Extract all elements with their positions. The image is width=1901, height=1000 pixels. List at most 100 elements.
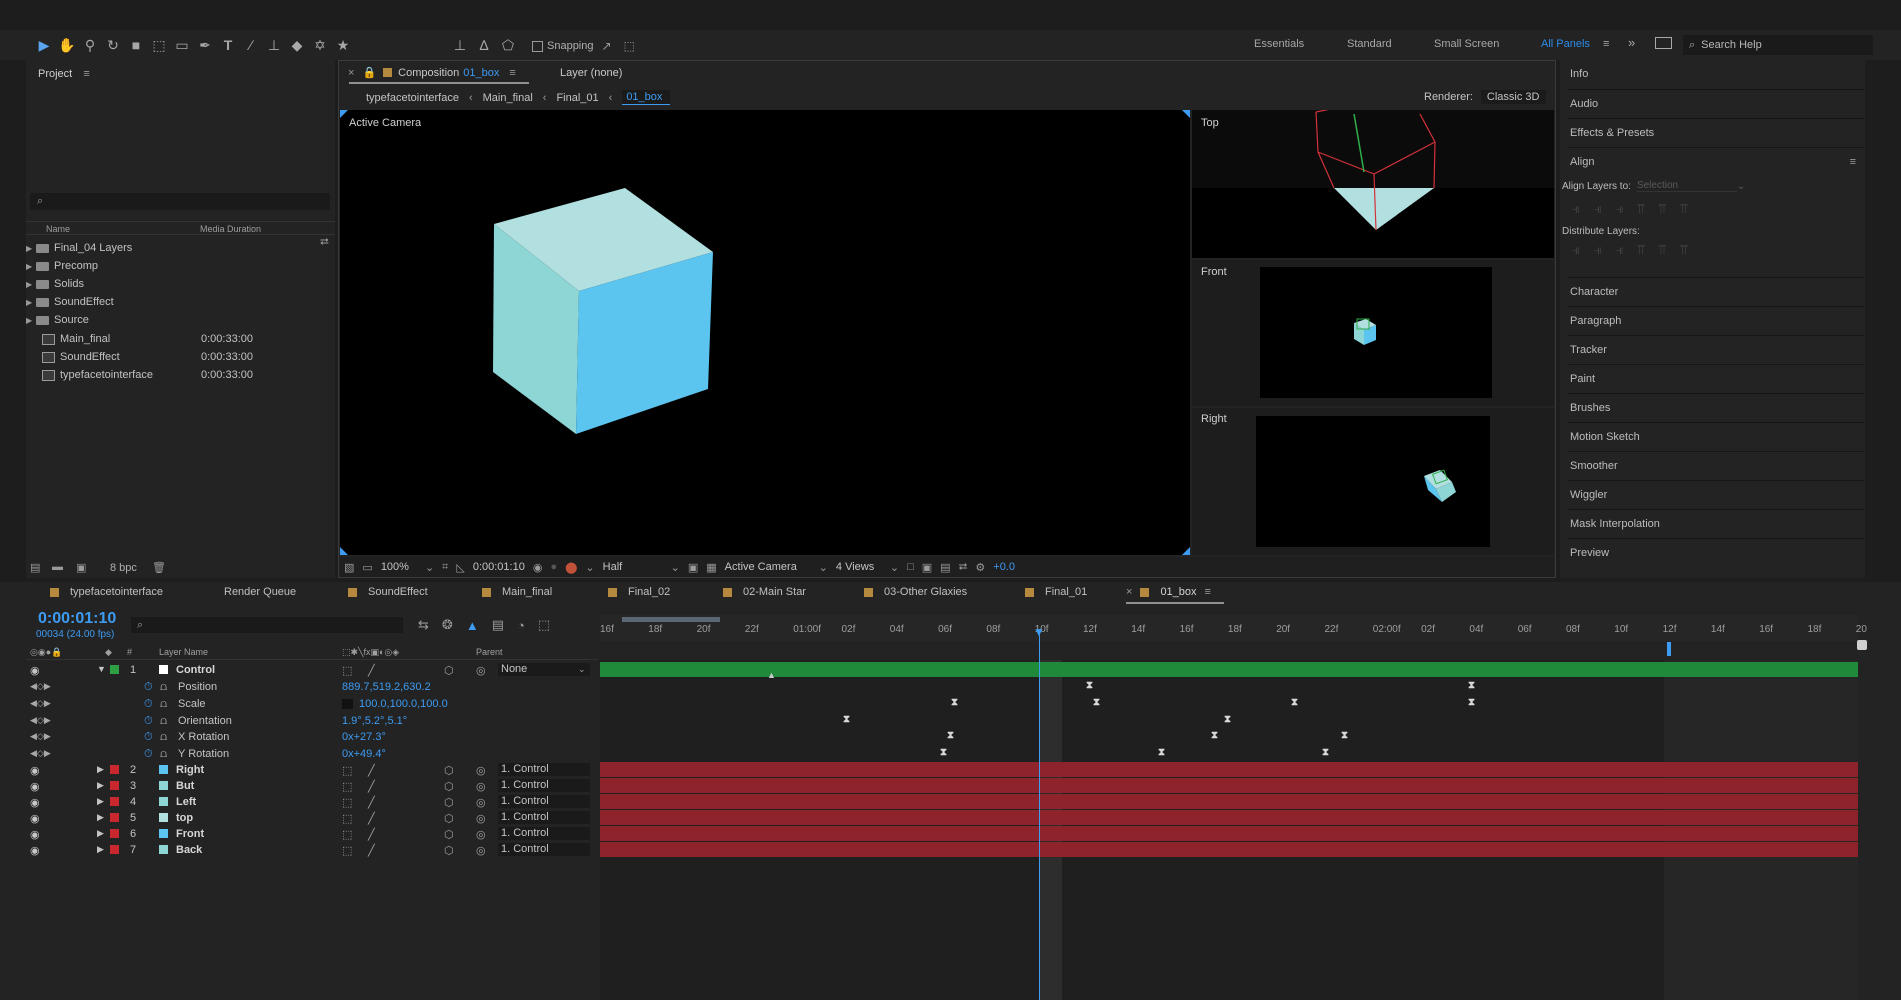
col-layer-name[interactable]: Layer Name xyxy=(159,647,208,657)
quality-switch-icon[interactable]: ╱ xyxy=(368,796,375,809)
pick-whip-icon[interactable]: ◎ xyxy=(476,664,486,677)
selection-tool-icon[interactable]: ▶ xyxy=(34,35,54,55)
close-icon[interactable]: × xyxy=(1126,586,1132,598)
panel-character[interactable]: Character xyxy=(1568,277,1864,306)
panel-paragraph[interactable]: Paragraph xyxy=(1568,306,1864,335)
panel-brushes[interactable]: Brushes xyxy=(1568,393,1864,422)
keyframe-icon[interactable]: ⧗ xyxy=(951,697,958,708)
shy-switch-icon[interactable]: ⬚ xyxy=(342,780,352,793)
panel-motion-sketch[interactable]: Motion Sketch xyxy=(1568,422,1864,451)
exposure-value[interactable]: +0.0 xyxy=(993,561,1015,573)
label-color-swatch[interactable] xyxy=(110,813,119,822)
graph-icon[interactable]: ⩍ xyxy=(160,681,167,694)
graph-icon[interactable]: ⩍ xyxy=(160,715,167,728)
eye-icon[interactable]: ◉ xyxy=(30,664,40,677)
layer-row-top[interactable]: ◉ ▶ 5 top ⬚ ╱ ⬡ ◎ 1. Control xyxy=(26,810,598,826)
layer-bar-right[interactable] xyxy=(600,762,1858,777)
snapping-options-icon[interactable]: ↗ xyxy=(602,39,612,53)
keyframe-navigator-icon[interactable]: ◀◇▶ xyxy=(30,715,51,726)
timeline-tab-typefacetointerface[interactable]: typefacetointerface xyxy=(50,586,163,598)
transparency-grid-icon[interactable]: ▦ xyxy=(706,561,716,574)
eraser-tool-icon[interactable]: ◆ xyxy=(287,35,307,55)
breadcrumb-item[interactable]: Final_01 xyxy=(556,92,598,104)
layer-name[interactable]: But xyxy=(176,780,194,792)
collapsed-arrow-icon[interactable]: ▶ xyxy=(97,812,104,823)
keyframe-icon[interactable]: ⧗ xyxy=(1211,730,1218,741)
fast-previews-icon[interactable]: ▣ xyxy=(922,561,932,574)
interpret-footage-icon[interactable]: ▤ xyxy=(30,561,40,574)
panel-info[interactable]: Info xyxy=(1568,60,1864,89)
work-area-bar[interactable] xyxy=(622,617,720,622)
keyframe-navigator-icon[interactable]: ◀◇▶ xyxy=(30,748,51,759)
keyframe-icon[interactable]: ⧗ xyxy=(1224,714,1231,725)
distribute-vcenter-icon[interactable]: ⫣ xyxy=(1594,242,1602,258)
search-help-field[interactable]: ⌕ Search Help xyxy=(1683,35,1873,55)
pick-whip-icon[interactable]: ◎ xyxy=(476,812,486,825)
stopwatch-icon[interactable]: ⏱ xyxy=(144,715,153,728)
main-viewer[interactable]: Active Camera xyxy=(340,110,1190,555)
eye-icon[interactable]: ◉ xyxy=(30,828,40,841)
expand-arrow-icon[interactable]: ▶ xyxy=(26,298,36,307)
shy-switch-icon[interactable]: ⬚ xyxy=(342,764,352,777)
world-axis-icon[interactable]: ∆ xyxy=(474,35,494,55)
keyframe-icon[interactable]: ⧗ xyxy=(1468,697,1475,708)
distribute-right-icon[interactable]: ⫪ xyxy=(1680,242,1687,258)
lock-icon[interactable]: 🔒 xyxy=(362,66,376,79)
property-value[interactable]: 889.7,519.2,630.2 xyxy=(342,681,431,693)
snapping-grid-icon[interactable]: ⬚ xyxy=(624,39,635,53)
layer-name[interactable]: Right xyxy=(176,764,204,776)
layer-name[interactable]: Front xyxy=(176,828,204,840)
zoom-select[interactable]: 100% xyxy=(381,561,409,573)
expand-arrow-icon[interactable]: ▶ xyxy=(26,244,36,253)
expanded-arrow-icon[interactable]: ▼ xyxy=(97,664,106,674)
align-top-icon[interactable]: ⫪ xyxy=(1637,201,1644,217)
collapsed-arrow-icon[interactable]: ▶ xyxy=(97,828,104,839)
timeline-tab-final02[interactable]: Final_02 xyxy=(608,586,670,598)
timeline-icon[interactable]: ▤ xyxy=(940,561,950,574)
label-color-swatch[interactable] xyxy=(110,665,119,674)
motion-blur-icon[interactable]: ◔ xyxy=(517,618,525,633)
stopwatch-icon[interactable]: ⏱ xyxy=(144,731,153,744)
camera-select[interactable]: Active Camera xyxy=(725,561,811,573)
layer-row-but[interactable]: ◉ ▶ 3 But ⬚ ╱ ⬡ ◎ 1. Control xyxy=(26,778,598,794)
3d-layer-icon[interactable]: ⬡ xyxy=(444,844,454,857)
constrain-proportions-icon[interactable] xyxy=(342,699,353,709)
panel-effects-presets[interactable]: Effects & Presets xyxy=(1568,118,1864,147)
label-color-swatch[interactable] xyxy=(110,765,119,774)
stopwatch-icon[interactable]: ⏱ xyxy=(144,748,153,761)
workspace-standard[interactable]: Standard xyxy=(1347,38,1392,50)
renderer-value[interactable]: Classic 3D xyxy=(1480,90,1546,104)
workspace-overflow-icon[interactable]: » xyxy=(1628,35,1635,50)
layer-name[interactable]: top xyxy=(176,812,193,824)
align-left-icon[interactable]: ⫣ xyxy=(1572,201,1580,217)
quality-switch-icon[interactable]: ╱ xyxy=(368,780,375,793)
3d-layer-icon[interactable]: ⬡ xyxy=(444,828,454,841)
graph-icon[interactable]: ⩍ xyxy=(160,731,167,744)
pen-tool-icon[interactable]: ✒ xyxy=(195,35,215,55)
layer-name[interactable]: Control xyxy=(176,664,215,676)
workspace-all-panels[interactable]: All Panels xyxy=(1541,38,1590,50)
pick-whip-icon[interactable]: ◎ xyxy=(476,844,486,857)
3d-layer-icon[interactable]: ⬡ xyxy=(444,812,454,825)
grid-icon[interactable]: ⌗ xyxy=(442,561,448,574)
views-layout-select[interactable]: 4 Views xyxy=(836,561,882,573)
view-axis-icon[interactable]: ⬠ xyxy=(498,35,518,55)
chevron-down-icon[interactable]: ⌄ xyxy=(890,561,899,574)
pick-whip-icon[interactable]: ◎ xyxy=(476,780,486,793)
snapshot-icon[interactable]: ◉ xyxy=(533,561,543,574)
workspace-menu-icon[interactable]: ≡ xyxy=(1603,38,1609,50)
parent-select[interactable]: None xyxy=(498,663,590,676)
expand-arrow-icon[interactable]: ▶ xyxy=(26,280,36,289)
keyframe-icon[interactable]: ⧗ xyxy=(1341,730,1348,741)
keyframe-navigator-icon[interactable]: ◀◇▶ xyxy=(30,681,51,692)
panel-audio[interactable]: Audio xyxy=(1568,89,1864,118)
layer-bar-front[interactable] xyxy=(600,826,1858,841)
col-name[interactable]: Name xyxy=(46,224,70,234)
snapping-checkbox[interactable] xyxy=(532,40,543,52)
monitor-icon[interactable]: ▭ xyxy=(362,561,372,574)
timeline-tab-final01[interactable]: Final_01 xyxy=(1025,586,1087,598)
parent-select[interactable]: 1. Control xyxy=(498,779,590,792)
property-value[interactable]: 0x+27.3° xyxy=(342,731,386,743)
trash-icon[interactable]: 🗑 xyxy=(152,561,166,574)
color-channels-icon[interactable]: ⬤ xyxy=(565,561,577,574)
